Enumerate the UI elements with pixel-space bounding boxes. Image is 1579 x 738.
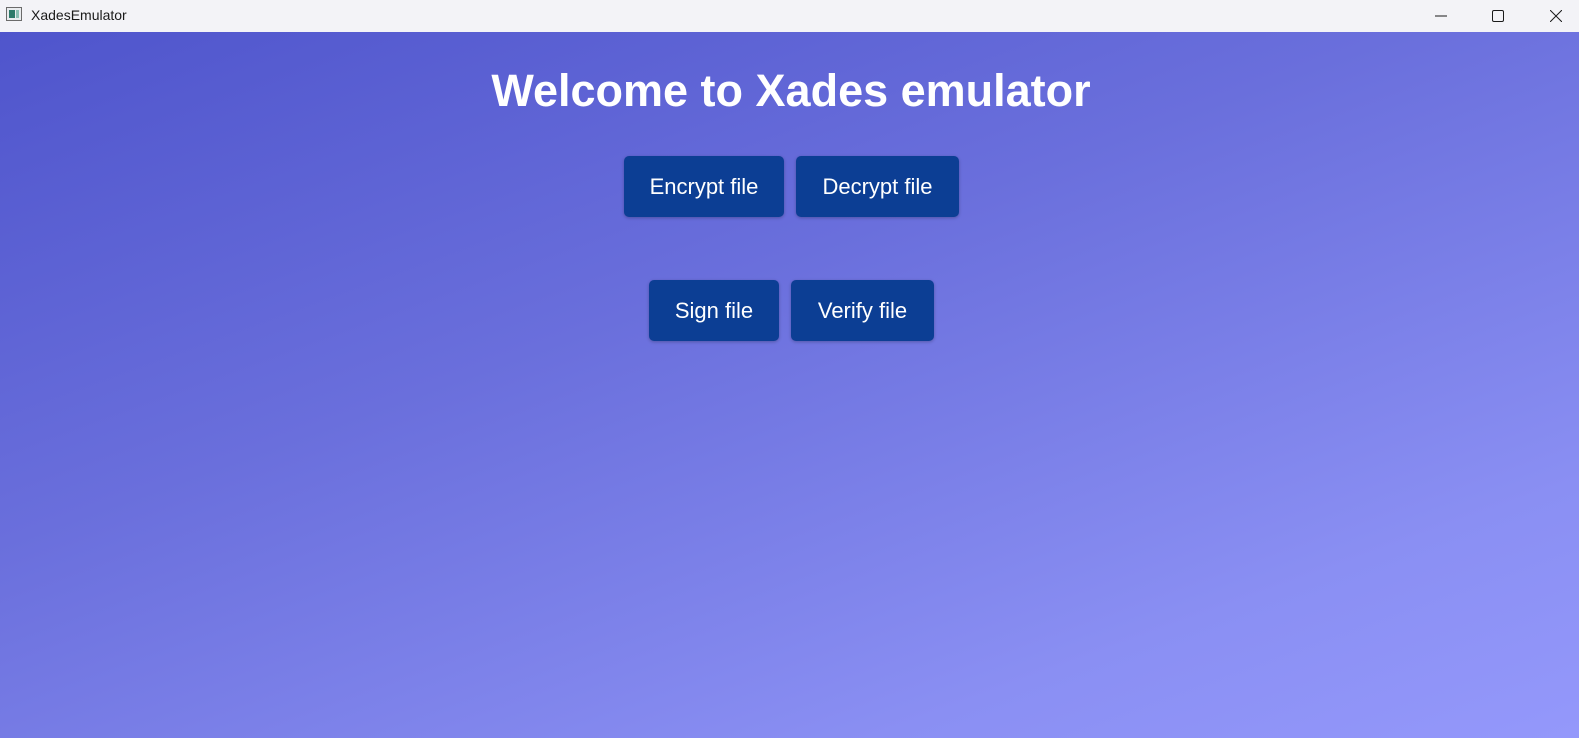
app-window: XadesEmulator Welcome to Xades emulator … [0,0,1579,738]
window-title: XadesEmulator [31,7,127,23]
sign-file-button[interactable]: Sign file [649,280,779,341]
encrypt-file-button[interactable]: Encrypt file [624,156,784,217]
page-title: Welcome to Xades emulator [491,65,1091,116]
main-content: Welcome to Xades emulator Encrypt file D… [0,32,1579,738]
app-icon [6,7,22,21]
close-button[interactable] [1533,0,1579,32]
maximize-button[interactable] [1475,0,1521,32]
maximize-icon [1492,10,1504,22]
minimize-button[interactable] [1418,0,1464,32]
verify-file-button[interactable]: Verify file [791,280,934,341]
title-bar[interactable]: XadesEmulator [0,0,1579,32]
decrypt-file-button[interactable]: Decrypt file [796,156,959,217]
minimize-icon [1435,15,1447,17]
close-icon [1550,10,1562,22]
